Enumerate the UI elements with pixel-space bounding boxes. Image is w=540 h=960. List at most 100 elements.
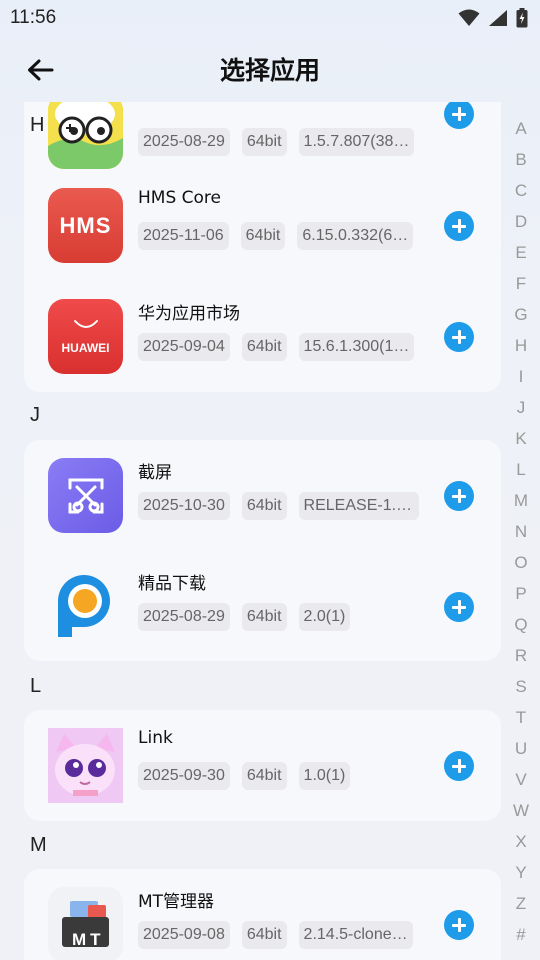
add-button[interactable] bbox=[444, 322, 474, 352]
app-icon: HMS bbox=[48, 188, 123, 263]
app-icon bbox=[48, 102, 123, 169]
add-button[interactable] bbox=[444, 102, 474, 129]
install-date: 2025-09-08 bbox=[138, 921, 230, 949]
add-button[interactable] bbox=[444, 910, 474, 940]
add-button[interactable] bbox=[444, 211, 474, 241]
section-header-h: H bbox=[30, 114, 45, 136]
arch-badge: 64bit bbox=[241, 128, 287, 156]
signal-icon bbox=[489, 10, 507, 26]
app-meta: 2025-10-30 64bit RELEASE-1.6… bbox=[138, 492, 419, 520]
app-name: 华为应用市场 bbox=[138, 304, 240, 324]
app-list[interactable]: 2025-08-29 64bit 1.5.7.807(38… HMS HMS C… bbox=[0, 102, 540, 960]
index-letter-i[interactable]: I bbox=[509, 366, 533, 397]
index-letter-h[interactable]: H bbox=[509, 335, 533, 366]
arch-badge: 64bit bbox=[241, 333, 287, 361]
app-meta: 2025-08-29 64bit 2.0(1) bbox=[138, 603, 351, 631]
app-icon bbox=[48, 458, 123, 533]
index-letter-q[interactable]: Q bbox=[509, 614, 533, 645]
arch-badge: 64bit bbox=[241, 762, 287, 790]
install-date: 2025-11-06 bbox=[138, 222, 229, 250]
app-meta: 2025-09-08 64bit 2.14.5-clone… bbox=[138, 921, 413, 949]
index-letter-l[interactable]: L bbox=[509, 459, 533, 490]
index-letter-r[interactable]: R bbox=[509, 645, 533, 676]
arch-badge: 64bit bbox=[241, 921, 287, 949]
index-letter-c[interactable]: C bbox=[509, 180, 533, 211]
index-letter-n[interactable]: N bbox=[509, 521, 533, 552]
index-letter-k[interactable]: K bbox=[509, 428, 533, 459]
app-icon bbox=[48, 569, 123, 644]
list-item[interactable]: HMS HMS Core 2025-11-06 64bit 6.15.0.332… bbox=[24, 170, 501, 280]
back-button[interactable] bbox=[24, 54, 56, 86]
version-badge: 6.15.0.332(6… bbox=[297, 222, 414, 250]
index-letter-j[interactable]: J bbox=[509, 397, 533, 428]
index-letter-m[interactable]: M bbox=[509, 490, 533, 521]
install-date: 2025-10-30 bbox=[138, 492, 230, 520]
index-letter-w[interactable]: W bbox=[509, 800, 533, 831]
list-item[interactable]: MT MT管理器 2025-09-08 64bit 2.14.5-clone… bbox=[24, 869, 501, 960]
app-name: Link bbox=[138, 728, 173, 748]
version-badge: 2.0(1) bbox=[298, 603, 351, 631]
app-name: MT管理器 bbox=[138, 892, 215, 912]
shopping-bag-icon bbox=[73, 319, 98, 328]
huawei-logo-text: HUAWEI bbox=[61, 340, 110, 355]
version-badge: 2.14.5-clone… bbox=[298, 921, 413, 949]
list-item[interactable]: 截屏 2025-10-30 64bit RELEASE-1.6… bbox=[24, 440, 501, 550]
section-m-card: MT MT管理器 2025-09-08 64bit 2.14.5-clone… bbox=[24, 869, 501, 960]
section-l-card: Link 2025-09-30 64bit 1.0(1) bbox=[24, 710, 501, 821]
install-date: 2025-09-30 bbox=[138, 762, 230, 790]
hms-logo: HMS bbox=[59, 212, 112, 238]
section-header-l: L bbox=[30, 675, 42, 697]
app-meta: 2025-08-29 64bit 1.5.7.807(38… bbox=[138, 128, 415, 156]
index-letter-o[interactable]: O bbox=[509, 552, 533, 583]
status-icons bbox=[458, 8, 528, 28]
app-meta: 2025-09-30 64bit 1.0(1) bbox=[138, 762, 351, 790]
index-letter-a[interactable]: A bbox=[509, 118, 533, 149]
index-letter-y[interactable]: Y bbox=[509, 862, 533, 893]
app-name: 截屏 bbox=[138, 463, 172, 483]
section-header-m: M bbox=[30, 834, 47, 856]
cat-avatar-icon bbox=[48, 728, 123, 803]
section-h-card: 2025-08-29 64bit 1.5.7.807(38… HMS HMS C… bbox=[24, 102, 501, 392]
version-badge: 15.6.1.300(1… bbox=[298, 333, 415, 361]
index-letter-z[interactable]: Z bbox=[509, 893, 533, 924]
battery-icon bbox=[516, 8, 528, 28]
index-letter-p[interactable]: P bbox=[509, 583, 533, 614]
mt-logo-text: MT bbox=[72, 930, 105, 949]
page-title: 选择应用 bbox=[219, 56, 320, 85]
alphabet-index[interactable]: A B C D E F G H I J K L M N O P Q R S T U V W X Y Z # bbox=[509, 118, 533, 955]
list-item[interactable]: Link 2025-09-30 64bit 1.0(1) bbox=[24, 710, 501, 820]
install-date: 2025-08-29 bbox=[138, 603, 230, 631]
index-letter-hash[interactable]: # bbox=[509, 924, 533, 955]
install-date: 2025-08-29 bbox=[138, 128, 230, 156]
arrow-left-icon bbox=[28, 59, 54, 81]
list-item[interactable]: HUAWEI 华为应用市场 2025-09-04 64bit 15.6.1.30… bbox=[24, 281, 501, 391]
index-letter-v[interactable]: V bbox=[509, 769, 533, 800]
index-letter-t[interactable]: T bbox=[509, 707, 533, 738]
version-badge: RELEASE-1.6… bbox=[298, 492, 419, 520]
app-name: 精品下载 bbox=[138, 574, 206, 594]
cartoon-face-icon bbox=[48, 102, 123, 169]
app-name: HMS Core bbox=[138, 188, 221, 208]
arch-badge: 64bit bbox=[240, 222, 286, 250]
index-letter-x[interactable]: X bbox=[509, 831, 533, 862]
add-button[interactable] bbox=[444, 751, 474, 781]
app-meta: 2025-09-04 64bit 15.6.1.300(1… bbox=[138, 333, 415, 361]
arch-badge: 64bit bbox=[241, 603, 287, 631]
list-item[interactable]: 精品下载 2025-08-29 64bit 2.0(1) bbox=[24, 551, 501, 661]
index-letter-d[interactable]: D bbox=[509, 211, 533, 242]
install-date: 2025-09-04 bbox=[138, 333, 230, 361]
index-letter-e[interactable]: E bbox=[509, 242, 533, 273]
arch-badge: 64bit bbox=[241, 492, 287, 520]
app-meta: 2025-11-06 64bit 6.15.0.332(6… bbox=[138, 222, 414, 250]
status-time: 11:56 bbox=[10, 7, 57, 28]
index-letter-u[interactable]: U bbox=[509, 738, 533, 769]
index-letter-f[interactable]: F bbox=[509, 273, 533, 304]
index-letter-g[interactable]: G bbox=[509, 304, 533, 335]
wifi-icon bbox=[458, 9, 480, 26]
add-button[interactable] bbox=[444, 592, 474, 622]
index-letter-s[interactable]: S bbox=[509, 676, 533, 707]
version-badge: 1.0(1) bbox=[298, 762, 351, 790]
version-badge: 1.5.7.807(38… bbox=[298, 128, 415, 156]
add-button[interactable] bbox=[444, 481, 474, 511]
index-letter-b[interactable]: B bbox=[509, 149, 533, 180]
